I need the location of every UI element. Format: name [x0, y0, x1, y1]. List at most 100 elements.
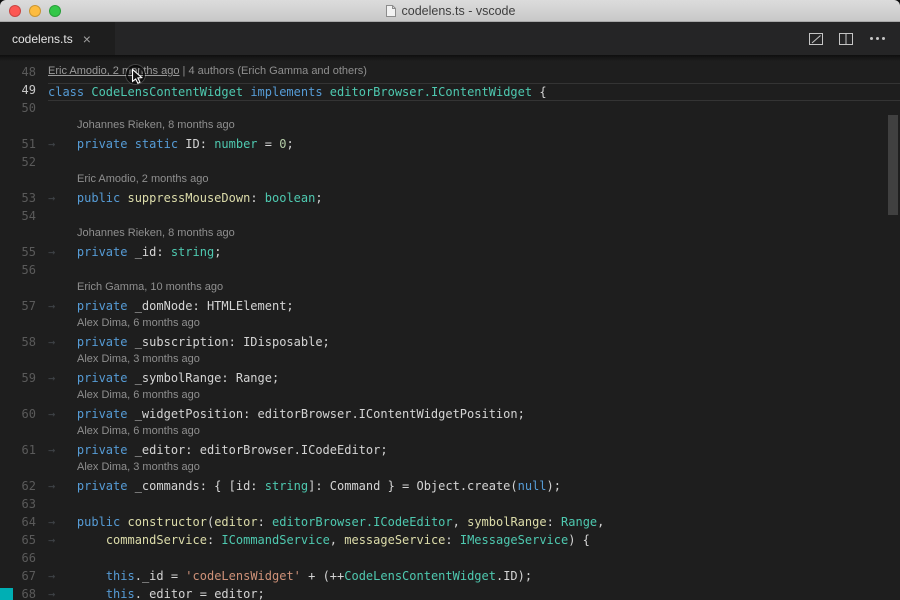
code-token: ._id =: [135, 569, 186, 583]
code-token: private: [77, 443, 135, 457]
code-line: [48, 155, 900, 173]
code-token: →: [48, 245, 77, 259]
code-line: → public suppressMouseDown: boolean;: [48, 191, 900, 209]
code-token: messageService: [344, 533, 445, 547]
line-number: [0, 353, 48, 371]
line-number: [0, 389, 48, 407]
vscode-window: codelens.ts - vscode codelens.ts ×: [0, 0, 900, 600]
code-token: 'codeLensWidget': [185, 569, 301, 583]
code-line: [48, 101, 900, 119]
line-number: 59: [0, 371, 48, 389]
line-number: 64: [0, 515, 48, 533]
code-token: CodeLensContentWidget: [91, 85, 250, 99]
code-token: public: [77, 191, 128, 205]
codelens-annotation: Alex Dima, 3 months ago: [77, 353, 200, 365]
code-token: IMessageService: [460, 533, 568, 547]
line-number: 49: [0, 83, 48, 101]
line-number: [0, 119, 48, 137]
ellipsis-icon: [870, 37, 873, 40]
code-token: →: [48, 533, 77, 547]
codelens-row: 48Eric Amodio, 2 months ago | 4 authors …: [0, 65, 900, 83]
code-token: editorBrowser.ICodeEditor: [272, 515, 453, 529]
code-token: private: [77, 299, 135, 313]
code-line: → private _symbolRange: Range;: [48, 371, 900, 389]
codelens-row: Johannes Rieken, 8 months ago: [0, 119, 900, 137]
codelens-annotation: Johannes Rieken, 8 months ago: [77, 227, 235, 239]
code-token: →: [48, 137, 77, 151]
code-token: _widgetPosition: editorBrowser.IContentW…: [135, 407, 525, 421]
code-row: 68→ this._editor = editor;: [0, 587, 900, 600]
scrollbar-thumb[interactable]: [888, 115, 898, 215]
code-token: →: [48, 299, 77, 313]
code-row: 61→ private _editor: editorBrowser.ICode…: [0, 443, 900, 461]
code-token: →: [48, 191, 77, 205]
line-number: 58: [0, 335, 48, 353]
code-row: 49class CodeLensContentWidget implements…: [0, 83, 900, 101]
code-token: →: [48, 407, 77, 421]
code-row: 53→ public suppressMouseDown: boolean;: [0, 191, 900, 209]
code-token: ._editor = editor;: [135, 587, 265, 600]
code-token: _editor: editorBrowser.ICodeEditor;: [135, 443, 388, 457]
tab-close-button[interactable]: ×: [83, 32, 91, 46]
code-line: → private _subscription: IDisposable;: [48, 335, 900, 353]
codelens-text: Alex Dima, 6 months ago: [48, 425, 900, 443]
code-token: :: [250, 191, 264, 205]
code-line: → this._id = 'codeLensWidget' + (++CodeL…: [48, 569, 900, 587]
codelens-row: Alex Dima, 6 months ago: [0, 389, 900, 407]
code-line: → private static ID: number = 0;: [48, 137, 900, 155]
code-row: 63: [0, 497, 900, 515]
split-editor-button[interactable]: [838, 31, 854, 47]
code-row: 67→ this._id = 'codeLensWidget' + (++Cod…: [0, 569, 900, 587]
zoom-window-button[interactable]: [49, 5, 61, 17]
window-controls: [9, 5, 61, 17]
line-number: 53: [0, 191, 48, 209]
code-token: symbolRange: [467, 515, 546, 529]
code-row: 56: [0, 263, 900, 281]
codelens-text: Alex Dima, 6 months ago: [48, 389, 900, 407]
code-row: 54: [0, 209, 900, 227]
line-number: 65: [0, 533, 48, 551]
tab-codelens-ts[interactable]: codelens.ts ×: [0, 22, 115, 55]
minimize-window-button[interactable]: [29, 5, 41, 17]
code-line: → private _id: string;: [48, 245, 900, 263]
code-token: →: [48, 479, 77, 493]
codelens-annotation: Eric Amodio, 2 months ago: [77, 173, 208, 185]
code-token: :: [207, 533, 221, 547]
code-token: _domNode: HTMLElement;: [135, 299, 294, 313]
code-token: editor: [214, 515, 257, 529]
code-token: editorBrowser.IContentWidget: [330, 85, 540, 99]
code-token: →: [48, 443, 77, 457]
code-row: 50: [0, 101, 900, 119]
code-row: 52: [0, 155, 900, 173]
code-token: constructor: [127, 515, 206, 529]
code-token: _symbolRange: Range;: [135, 371, 280, 385]
code-token: →: [48, 515, 77, 529]
codelens-row: Eric Amodio, 2 months ago: [0, 173, 900, 191]
tab-bar-spacer: [115, 22, 808, 55]
codelens-text: Alex Dima, 6 months ago: [48, 317, 900, 335]
code-token: [77, 587, 106, 600]
close-window-button[interactable]: [9, 5, 21, 17]
code-row: 62→ private _commands: { [id: string]: C…: [0, 479, 900, 497]
line-number: [0, 317, 48, 335]
codelens-blame-link[interactable]: Eric Amodio, 2 months ago: [48, 65, 179, 77]
code-token: [77, 533, 106, 547]
code-token: string: [265, 479, 308, 493]
window-title: codelens.ts - vscode: [0, 4, 900, 18]
code-token: suppressMouseDown: [127, 191, 250, 205]
line-number: 60: [0, 407, 48, 425]
code-row: 51→ private static ID: number = 0;: [0, 137, 900, 155]
code-token: private: [77, 407, 135, 421]
more-actions-button[interactable]: [868, 37, 886, 40]
code-line: → public constructor(editor: editorBrows…: [48, 515, 900, 533]
code-token: :: [547, 515, 561, 529]
code-token: implements: [250, 85, 329, 99]
vertical-scrollbar[interactable]: [886, 55, 900, 600]
codelens-row: Alex Dima, 3 months ago: [0, 353, 900, 371]
code-line: [48, 263, 900, 281]
code-token: ICommandService: [221, 533, 329, 547]
code-token: [77, 569, 106, 583]
editor-pane[interactable]: 48Eric Amodio, 2 months ago | 4 authors …: [0, 55, 900, 600]
code-token: ;: [315, 191, 322, 205]
open-changes-button[interactable]: [808, 31, 824, 47]
